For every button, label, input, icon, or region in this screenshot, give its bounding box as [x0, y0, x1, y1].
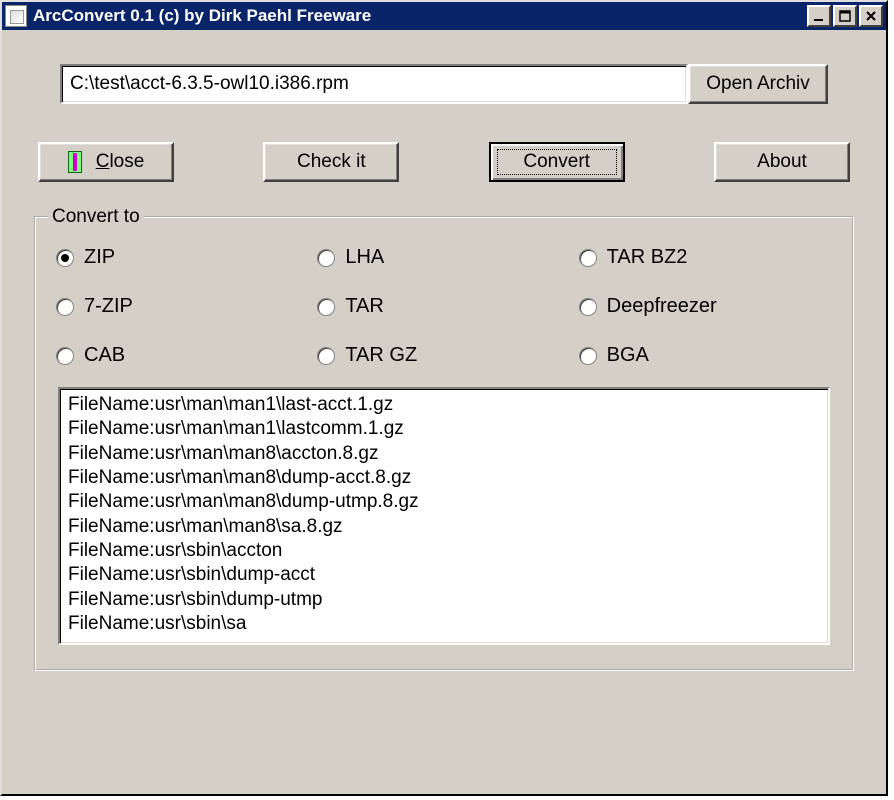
window-controls — [807, 5, 883, 27]
titlebar[interactable]: ArcConvert 0.1 (c) by Dirk Paehl Freewar… — [2, 2, 886, 30]
close-window-button[interactable] — [859, 5, 883, 27]
convert-to-group: Convert to ZIPLHATAR BZ27-ZIPTARDeepfree… — [34, 216, 854, 671]
action-row: Close Check it Convert About — [38, 142, 850, 182]
door-exit-icon — [68, 151, 86, 173]
format-option-cab[interactable]: CAB — [56, 344, 309, 367]
format-option-label: LHA — [345, 246, 384, 269]
format-option-zip[interactable]: ZIP — [56, 246, 309, 269]
convert-label: Convert — [523, 151, 590, 173]
format-option-bga[interactable]: BGA — [579, 344, 832, 367]
about-label: About — [757, 151, 807, 173]
close-button[interactable]: Close — [38, 142, 174, 182]
format-option-tar-bz2[interactable]: TAR BZ2 — [579, 246, 832, 269]
format-option-label: TAR GZ — [345, 344, 417, 367]
maximize-icon — [839, 10, 851, 22]
radio-icon — [579, 249, 597, 267]
radio-icon — [56, 249, 74, 267]
radio-icon — [317, 249, 335, 267]
group-legend: Convert to — [48, 206, 144, 228]
format-option-lha[interactable]: LHA — [317, 246, 570, 269]
radio-icon — [317, 298, 335, 316]
client-area: Open Archiv Close Check it Convert Ab — [2, 30, 886, 685]
format-option-7-zip[interactable]: 7-ZIP — [56, 295, 309, 318]
format-option-tar-gz[interactable]: TAR GZ — [317, 344, 570, 367]
archive-path-input[interactable] — [60, 64, 688, 104]
format-option-label: TAR — [345, 295, 384, 318]
format-option-label: ZIP — [84, 246, 115, 269]
window-title: ArcConvert 0.1 (c) by Dirk Paehl Freewar… — [33, 6, 807, 26]
radio-icon — [56, 347, 74, 365]
open-archive-label: Open Archiv — [706, 73, 810, 95]
app-icon — [5, 5, 27, 27]
format-option-label: Deepfreezer — [607, 295, 717, 318]
format-option-label: CAB — [84, 344, 125, 367]
minimize-button[interactable] — [807, 5, 831, 27]
output-listbox[interactable]: FileName:usr\man\man1\last-acct.1.gz Fil… — [58, 387, 830, 645]
file-row: Open Archiv — [60, 64, 828, 104]
format-option-deepfreezer[interactable]: Deepfreezer — [579, 295, 832, 318]
radio-icon — [56, 298, 74, 316]
radio-icon — [579, 298, 597, 316]
open-archive-button[interactable]: Open Archiv — [688, 64, 828, 104]
format-options: ZIP LHA TAR BZ2 7-ZIP TAR Deepfreezer CAB TAR G… — [46, 236, 842, 383]
radio-icon — [317, 347, 335, 365]
close-icon — [865, 10, 877, 22]
convert-button[interactable]: Convert — [489, 142, 625, 182]
format-option-label: BGA — [607, 344, 649, 367]
check-it-label: Check it — [297, 151, 366, 173]
radio-icon — [579, 347, 597, 365]
format-option-label: 7-ZIP — [84, 295, 133, 318]
app-window: ArcConvert 0.1 (c) by Dirk Paehl Freewar… — [0, 0, 888, 796]
maximize-button[interactable] — [833, 5, 857, 27]
minimize-icon — [813, 10, 825, 22]
about-button[interactable]: About — [714, 142, 850, 182]
format-option-tar[interactable]: TAR — [317, 295, 570, 318]
close-label: Close — [96, 151, 145, 173]
check-it-button[interactable]: Check it — [263, 142, 399, 182]
format-option-label: TAR BZ2 — [607, 246, 688, 269]
